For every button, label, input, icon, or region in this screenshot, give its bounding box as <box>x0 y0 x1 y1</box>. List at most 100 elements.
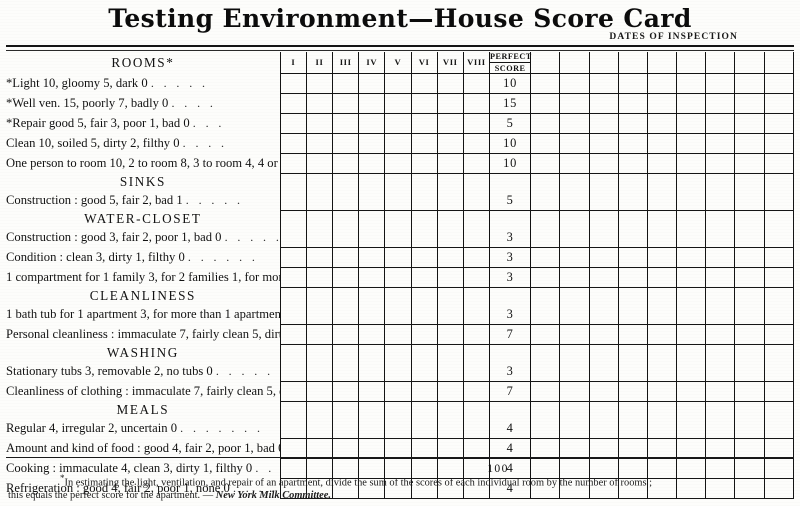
inspection-date-cell[interactable] <box>676 324 706 345</box>
inspection-cell[interactable] <box>410 344 438 362</box>
inspection-date-cell[interactable] <box>734 381 765 402</box>
inspection-score-cell[interactable] <box>410 133 438 154</box>
inspection-date-cell[interactable] <box>530 227 560 248</box>
inspection-score-cell[interactable] <box>305 133 333 154</box>
inspection-date-cell[interactable] <box>559 133 590 154</box>
inspection-date-cell[interactable] <box>676 153 706 174</box>
inspection-score-cell[interactable] <box>332 93 359 114</box>
inspection-date-cell[interactable] <box>763 52 795 74</box>
inspection-score-cell[interactable] <box>436 73 464 94</box>
inspection-date-cell[interactable] <box>559 93 590 114</box>
inspection-score-cell[interactable] <box>332 361 359 382</box>
inspection-date-cell[interactable] <box>617 361 648 382</box>
inspection-date-cell[interactable] <box>705 227 735 248</box>
inspection-date-cell[interactable] <box>646 227 677 248</box>
inspection-cell[interactable] <box>436 210 464 228</box>
inspection-date-cell[interactable] <box>646 133 677 154</box>
inspection-score-cell[interactable] <box>332 133 359 154</box>
inspection-cell[interactable] <box>410 210 438 228</box>
inspection-date-cell[interactable] <box>734 173 765 191</box>
inspection-date-cell[interactable] <box>763 190 795 211</box>
inspection-score-cell[interactable] <box>410 304 438 325</box>
inspection-score-cell[interactable] <box>410 247 438 268</box>
inspection-date-cell[interactable] <box>530 52 560 74</box>
inspection-date-cell[interactable] <box>734 344 765 362</box>
inspection-date-cell[interactable] <box>559 304 590 325</box>
inspection-date-cell[interactable] <box>588 153 619 174</box>
inspection-score-cell[interactable] <box>462 267 490 288</box>
inspection-cell[interactable] <box>305 287 333 305</box>
inspection-score-cell[interactable] <box>358 247 385 268</box>
inspection-date-cell[interactable] <box>734 227 765 248</box>
inspection-date-cell[interactable] <box>705 304 735 325</box>
inspection-score-cell[interactable] <box>358 267 385 288</box>
inspection-score-cell[interactable] <box>462 247 490 268</box>
inspection-date-cell[interactable] <box>617 344 648 362</box>
inspection-date-cell[interactable] <box>676 401 706 419</box>
inspection-cell[interactable] <box>384 344 412 362</box>
inspection-score-cell[interactable] <box>410 190 438 211</box>
inspection-date-cell[interactable] <box>559 73 590 94</box>
inspection-cell[interactable] <box>358 210 385 228</box>
inspection-date-cell[interactable] <box>763 438 795 459</box>
inspection-date-cell[interactable] <box>734 210 765 228</box>
inspection-date-cell[interactable] <box>763 173 795 191</box>
inspection-date-cell[interactable] <box>530 438 560 459</box>
inspection-score-cell[interactable] <box>410 267 438 288</box>
inspection-score-cell[interactable] <box>436 133 464 154</box>
inspection-date-cell[interactable] <box>588 324 619 345</box>
inspection-score-cell[interactable] <box>279 133 307 154</box>
inspection-score-cell[interactable] <box>462 93 490 114</box>
inspection-cell[interactable] <box>358 173 385 191</box>
inspection-score-cell[interactable] <box>436 190 464 211</box>
inspection-score-cell[interactable] <box>384 153 412 174</box>
inspection-cell[interactable] <box>462 173 490 191</box>
inspection-score-cell[interactable] <box>279 93 307 114</box>
inspection-date-cell[interactable] <box>559 287 590 305</box>
inspection-score-cell[interactable] <box>410 381 438 402</box>
inspection-date-cell[interactable] <box>705 267 735 288</box>
inspection-cell[interactable] <box>305 210 333 228</box>
inspection-score-cell[interactable] <box>332 153 359 174</box>
inspection-score-cell[interactable] <box>410 361 438 382</box>
inspection-date-cell[interactable] <box>676 190 706 211</box>
inspection-date-cell[interactable] <box>705 173 735 191</box>
inspection-score-cell[interactable] <box>279 267 307 288</box>
inspection-date-cell[interactable] <box>646 304 677 325</box>
inspection-date-cell[interactable] <box>559 153 590 174</box>
inspection-score-cell[interactable] <box>358 190 385 211</box>
inspection-date-cell[interactable] <box>705 401 735 419</box>
inspection-score-cell[interactable] <box>305 227 333 248</box>
inspection-date-cell[interactable] <box>588 113 619 134</box>
inspection-score-cell[interactable] <box>332 381 359 402</box>
inspection-score-cell[interactable] <box>436 381 464 402</box>
inspection-score-cell[interactable] <box>305 153 333 174</box>
inspection-cell[interactable] <box>436 287 464 305</box>
inspection-score-cell[interactable] <box>436 324 464 345</box>
inspection-date-cell[interactable] <box>559 190 590 211</box>
inspection-date-cell[interactable] <box>646 324 677 345</box>
inspection-score-cell[interactable] <box>436 304 464 325</box>
inspection-date-cell[interactable] <box>646 247 677 268</box>
inspection-score-cell[interactable] <box>358 361 385 382</box>
inspection-date-cell[interactable] <box>617 438 648 459</box>
inspection-date-cell[interactable] <box>734 324 765 345</box>
inspection-date-cell[interactable] <box>676 93 706 114</box>
inspection-date-cell[interactable] <box>530 361 560 382</box>
inspection-cell[interactable] <box>332 344 359 362</box>
inspection-score-cell[interactable] <box>358 153 385 174</box>
inspection-date-cell[interactable] <box>559 113 590 134</box>
inspection-score-cell[interactable] <box>462 381 490 402</box>
inspection-score-cell[interactable] <box>410 324 438 345</box>
inspection-date-cell[interactable] <box>676 438 706 459</box>
inspection-cell[interactable] <box>384 210 412 228</box>
inspection-date-cell[interactable] <box>734 438 765 459</box>
inspection-date-cell[interactable] <box>676 267 706 288</box>
inspection-date-cell[interactable] <box>676 113 706 134</box>
inspection-date-cell[interactable] <box>588 173 619 191</box>
inspection-date-cell[interactable] <box>617 173 648 191</box>
inspection-date-cell[interactable] <box>734 287 765 305</box>
inspection-date-cell[interactable] <box>705 93 735 114</box>
inspection-date-cell[interactable] <box>705 210 735 228</box>
inspection-score-cell[interactable] <box>279 361 307 382</box>
